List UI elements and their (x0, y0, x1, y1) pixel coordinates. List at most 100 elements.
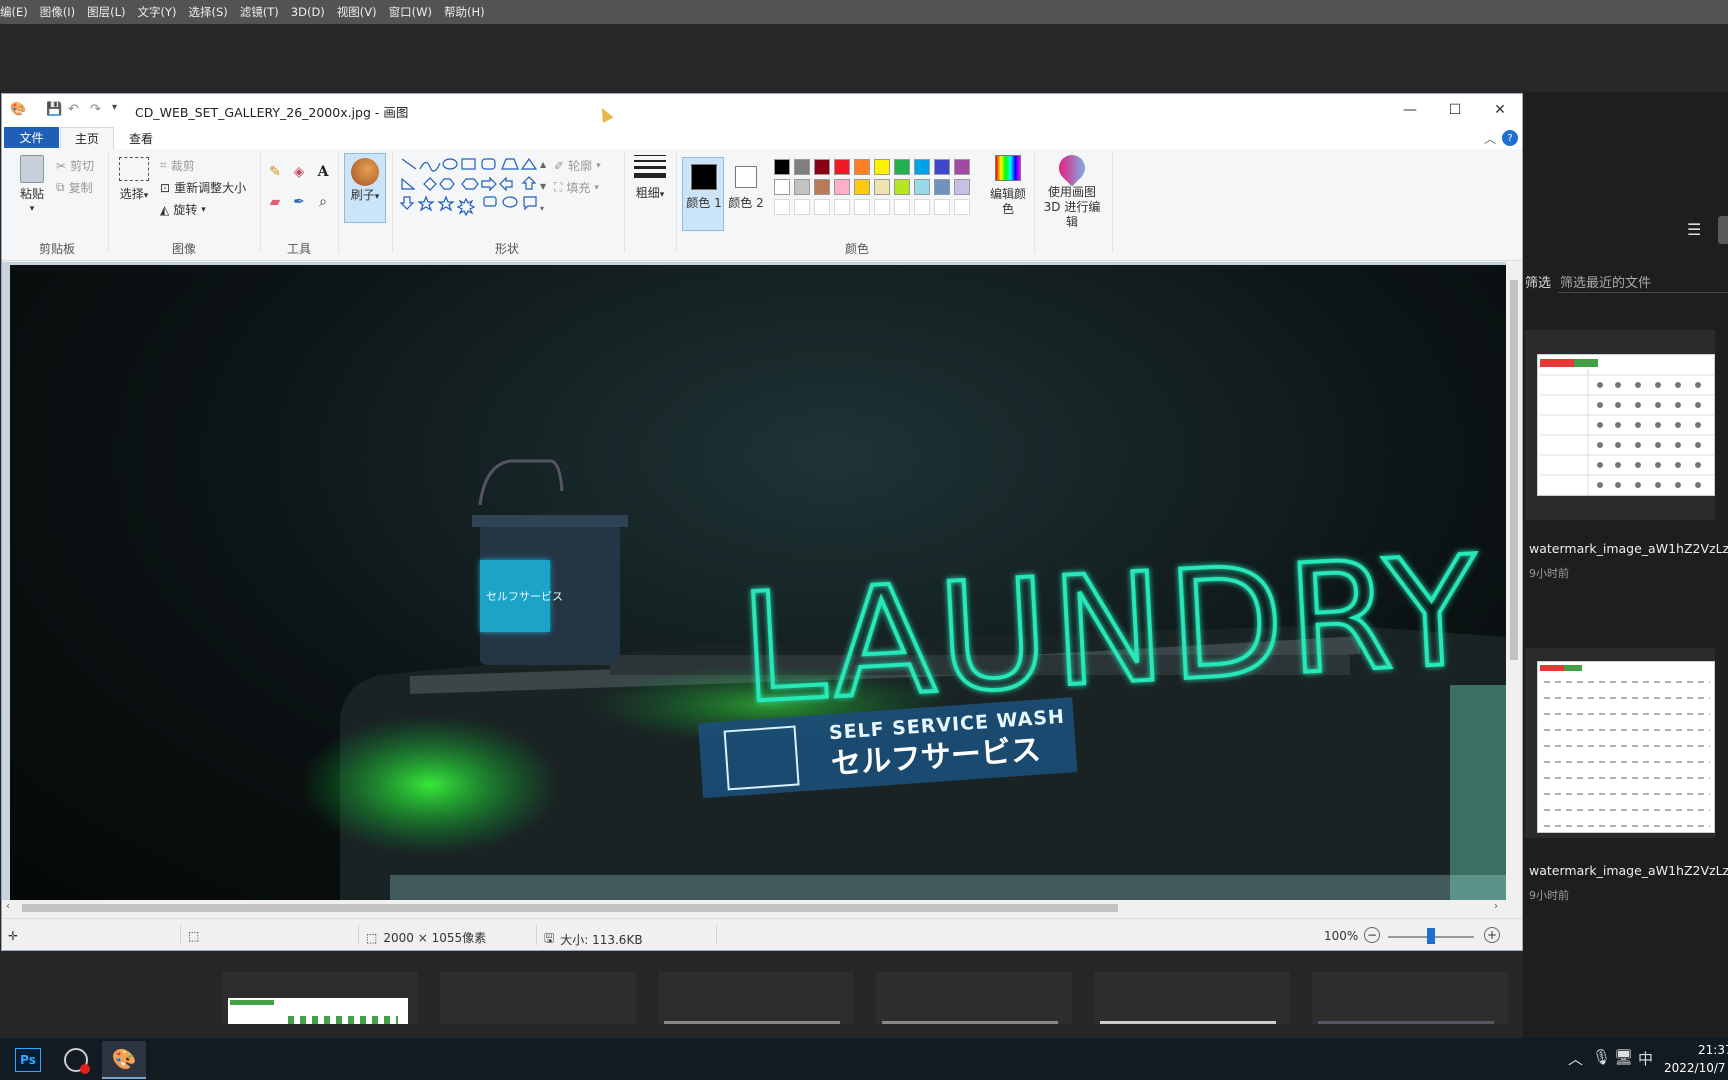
zoom-slider-thumb[interactable] (1427, 928, 1435, 944)
copy-button[interactable]: ⧉ 复制 (56, 179, 93, 196)
color-swatch[interactable] (954, 179, 970, 195)
save-icon[interactable]: 💾 (46, 102, 62, 117)
select-button[interactable]: 选择▾ (116, 157, 152, 204)
color-swatch[interactable] (814, 179, 830, 195)
microphone-icon[interactable]: 🎙 (1592, 1048, 1611, 1066)
color-swatch[interactable] (774, 199, 790, 215)
canvas-area[interactable]: セルフサービス LAUNDRY SELF SERVICE WASH セルフサービ… (2, 262, 1506, 902)
color-swatch[interactable] (914, 199, 930, 215)
network-icon[interactable]: 🖥 (1614, 1048, 1633, 1066)
color-swatch[interactable] (834, 159, 850, 175)
horizontal-scrollbar[interactable]: ‹ › (2, 900, 1506, 916)
customize-quick-access-icon[interactable]: ▾ (112, 102, 117, 113)
color-swatch[interactable] (854, 179, 870, 195)
color-swatch[interactable] (834, 199, 850, 215)
recent-file-name[interactable]: watermark_image_aW1hZ2VzLz... (1529, 863, 1728, 878)
brushes-button[interactable]: 刷子▾ (344, 153, 386, 223)
tab-file[interactable]: 文件 (4, 127, 59, 148)
color-swatch[interactable] (894, 159, 910, 175)
collapse-ribbon-icon[interactable]: ︿ (1482, 127, 1498, 149)
menu-3d[interactable]: 3D(D) (291, 5, 325, 19)
color-swatch[interactable] (854, 199, 870, 215)
tab-home[interactable]: 主页 (60, 127, 114, 149)
tab-view[interactable]: 查看 (114, 127, 168, 149)
horizontal-scroll-thumb[interactable] (22, 904, 1118, 912)
crop-button[interactable]: ⌗ 裁剪 (160, 157, 195, 174)
menu-type[interactable]: 文字(Y) (138, 4, 177, 20)
paste-button[interactable]: 粘贴 ▾ (12, 155, 52, 217)
color-swatch[interactable] (854, 159, 870, 175)
vertical-scroll-thumb[interactable] (1510, 280, 1518, 660)
paint-app-icon[interactable]: 🎨 (10, 102, 26, 117)
color-swatch[interactable] (874, 199, 890, 215)
color-swatch[interactable] (774, 159, 790, 175)
clock-time[interactable]: 21:37 (1698, 1043, 1728, 1057)
color-swatch[interactable] (794, 179, 810, 195)
color-swatch[interactable] (954, 199, 970, 215)
color-swatch[interactable] (874, 159, 890, 175)
menu-help[interactable]: 帮助(H) (444, 4, 485, 20)
recent-file-thumbnail[interactable] (1537, 354, 1715, 496)
paint3d-button[interactable]: 使用画图 3D 进行编辑 (1038, 149, 1106, 230)
resize-button[interactable]: ⊡ 重新调整大小 (160, 179, 246, 196)
color-swatch[interactable] (834, 179, 850, 195)
pencil-icon[interactable]: ✎ (266, 163, 284, 181)
menu-window[interactable]: 窗口(W) (389, 4, 432, 20)
shapes-gallery[interactable]: ▲ ▼ ▾ (398, 155, 548, 223)
text-icon[interactable]: A (314, 163, 332, 181)
strip-thumbnail[interactable] (658, 972, 854, 1024)
vertical-scrollbar[interactable] (1506, 262, 1522, 902)
strip-thumbnail[interactable] (1094, 972, 1290, 1024)
show-hidden-icons[interactable]: ︿ (1568, 1048, 1583, 1069)
menu-view[interactable]: 视图(V) (337, 4, 377, 20)
list-view-icon[interactable]: ☰ (1687, 222, 1705, 238)
fill-bucket-icon[interactable]: ◈ (290, 163, 308, 181)
cut-button[interactable]: ✂ 剪切 (56, 157, 94, 174)
strip-thumbnail[interactable] (876, 972, 1072, 1024)
photoshop-taskbar-button[interactable]: Ps (6, 1041, 50, 1079)
close-button[interactable]: ✕ (1478, 98, 1522, 122)
color-swatch[interactable] (914, 179, 930, 195)
rotate-button[interactable]: ◭ 旋转 ▾ (160, 201, 206, 218)
menu-edit[interactable]: 编(E) (0, 4, 28, 20)
ime-indicator[interactable]: 中 (1638, 1048, 1653, 1069)
color-picker-icon[interactable]: ✒ (290, 193, 308, 211)
minimize-button[interactable]: — (1388, 98, 1432, 122)
color-swatch[interactable] (794, 159, 810, 175)
color-swatch[interactable] (874, 179, 890, 195)
filter-recent-input[interactable]: 筛选最近的文件 (1560, 272, 1651, 291)
color-swatch[interactable] (814, 159, 830, 175)
color1-button[interactable]: 颜色 1 (682, 157, 724, 231)
edit-colors-button[interactable]: 编辑颜色 (990, 155, 1026, 217)
scroll-right-icon[interactable]: › (1494, 901, 1498, 912)
menu-select[interactable]: 选择(S) (189, 4, 228, 20)
menu-image[interactable]: 图像(I) (40, 4, 75, 20)
recorder-taskbar-button[interactable] (54, 1041, 98, 1079)
clock-date[interactable]: 2022/10/7 (1664, 1061, 1726, 1075)
help-icon[interactable]: ? (1502, 130, 1518, 146)
outline-button[interactable]: ✐ 轮廓 ▾ (554, 157, 601, 174)
menu-layer[interactable]: 图层(L) (87, 4, 125, 20)
undo-icon[interactable]: ↶ (68, 102, 79, 117)
color2-button[interactable]: 颜色 2 (724, 157, 766, 231)
color-swatch[interactable] (894, 179, 910, 195)
strip-thumbnail[interactable] (1312, 972, 1508, 1024)
color-swatch[interactable] (934, 199, 950, 215)
redo-icon[interactable]: ↷ (90, 102, 101, 117)
recent-file-name[interactable]: watermark_image_aW1hZ2VzLz... (1529, 541, 1728, 556)
fill-button[interactable]: ⛶ 填充 ▾ (554, 179, 599, 196)
color-swatch[interactable] (934, 179, 950, 195)
color-swatch[interactable] (794, 199, 810, 215)
recent-file-thumbnail[interactable] (1537, 661, 1715, 833)
zoom-out-icon[interactable]: − (1364, 927, 1380, 943)
eraser-icon[interactable]: ▰ (266, 193, 284, 211)
color-swatch[interactable] (814, 199, 830, 215)
color-swatch[interactable] (934, 159, 950, 175)
maximize-button[interactable]: ☐ (1433, 98, 1477, 122)
menu-filter[interactable]: 滤镜(T) (240, 4, 279, 20)
color-swatch[interactable] (954, 159, 970, 175)
magnifier-icon[interactable]: ⌕ (314, 193, 332, 211)
paint-taskbar-button[interactable]: 🎨 (102, 1041, 146, 1079)
filter-label[interactable]: 筛选 (1525, 272, 1551, 291)
color-swatch[interactable] (914, 159, 930, 175)
